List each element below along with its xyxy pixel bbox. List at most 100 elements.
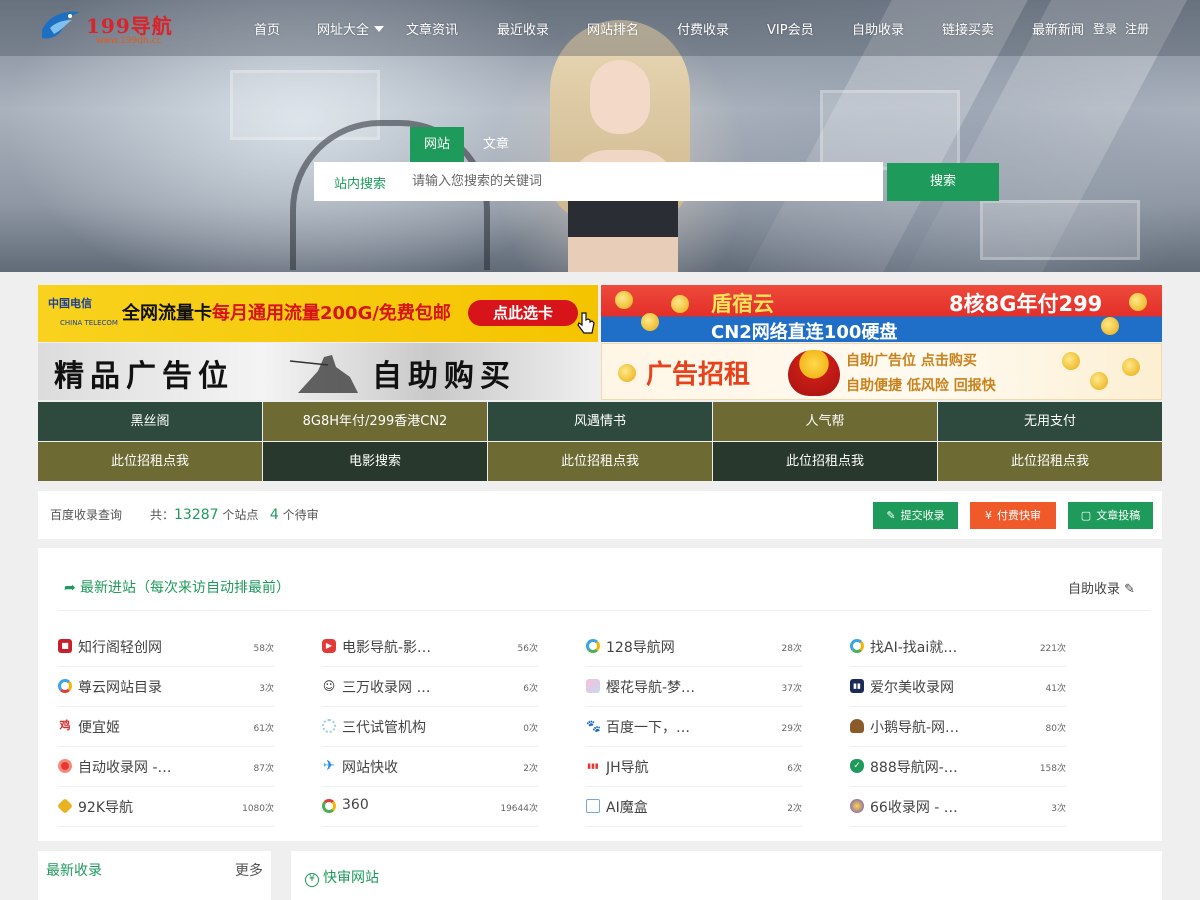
site-item[interactable]: ✈ 网站快收 2次: [322, 747, 538, 787]
site-name: AI魔盒: [606, 800, 648, 816]
visit-count: 28次: [781, 644, 802, 654]
visit-count: 41次: [1045, 684, 1066, 694]
site-name: 便宜姬: [78, 720, 120, 736]
site-logo[interactable]: 199导航 www.199dh.cc: [40, 8, 190, 48]
site-item[interactable]: ▮▮▮ JH导航 6次: [586, 747, 802, 787]
ad-link[interactable]: 此位招租点我: [38, 442, 262, 481]
nav-recent[interactable]: 最近收录: [497, 19, 549, 38]
paid-review-button[interactable]: ¥ 付费快审: [970, 502, 1056, 529]
nav-articles[interactable]: 文章资讯: [406, 19, 458, 38]
gold-coin-icon: [1090, 372, 1108, 390]
login-link[interactable]: 登录: [1093, 20, 1117, 37]
submit-listing-button[interactable]: ✎ 提交收录: [873, 502, 958, 529]
fast-review-box: ¥ 快审网站: [291, 851, 1162, 900]
nav-directory[interactable]: 网址大全: [317, 19, 385, 38]
site-item[interactable]: 小鹅导航-网… 80次: [850, 707, 1066, 747]
site-favicon-icon: ▮▮: [850, 679, 864, 693]
visit-count: 29次: [781, 724, 802, 734]
site-item[interactable]: 自动收录网 -… 87次: [58, 747, 274, 787]
site-item[interactable]: 找AI-找ai就… 221次: [850, 627, 1066, 667]
submit-article-button[interactable]: ▢ 文章投稿: [1068, 502, 1153, 529]
search-button[interactable]: 搜索: [887, 163, 999, 201]
site-favicon-icon: [850, 799, 864, 813]
ad-link[interactable]: 此位招租点我: [938, 442, 1162, 481]
site-item[interactable]: 360 19644次: [322, 787, 538, 827]
telecom-cta-button[interactable]: 点此选卡: [468, 300, 578, 326]
banner-premium-ad[interactable]: 精品广告位 自助购买: [38, 343, 598, 400]
ad-link[interactable]: 8G8H年付/299香港CN2: [263, 402, 487, 441]
ad-rental-line1: 自助广告位 点击购买: [846, 353, 977, 369]
nav-paid-listing[interactable]: 付费收录: [677, 19, 729, 38]
site-name: 网站快收: [342, 760, 398, 776]
search-tab-articles[interactable]: 文章: [469, 127, 523, 162]
register-link[interactable]: 注册: [1125, 20, 1149, 37]
site-name: 自动收录网 -…: [78, 760, 172, 776]
visit-count: 58次: [253, 644, 274, 654]
site-item[interactable]: 66收录网 - … 3次: [850, 787, 1066, 827]
site-item[interactable]: 樱花导航-梦… 37次: [586, 667, 802, 707]
telecom-headline: 全网流量卡每月通用流量200G/免费包邮: [122, 299, 451, 325]
gold-coin-icon: [671, 295, 689, 313]
site-item[interactable]: 🐾 百度一下，… 29次: [586, 707, 802, 747]
logo-subtext: www.199dh.cc: [96, 36, 162, 46]
visit-count: 3次: [1051, 804, 1066, 814]
logo-bird-icon: [42, 11, 80, 39]
paid-review-label: 付费快审: [997, 509, 1041, 522]
site-name: 66收录网 - …: [870, 800, 958, 816]
nav-ranking[interactable]: 网站排名: [587, 19, 639, 38]
ad-link[interactable]: 黑丝阁: [38, 402, 262, 441]
ring-logo-icon: [850, 639, 864, 653]
site-item[interactable]: ☺ 三万收录网 … 6次: [322, 667, 538, 707]
ad-link[interactable]: 电影搜索: [263, 442, 487, 481]
search-tab-sites[interactable]: 网站: [410, 127, 464, 162]
robot-face-icon: ☺: [322, 679, 336, 693]
self-submit-link[interactable]: 自助收录 ✎: [1068, 578, 1135, 597]
nav-news[interactable]: 最新新闻: [1032, 19, 1084, 38]
rider-silhouette-icon: [289, 355, 358, 393]
ad-link[interactable]: 人气帮: [713, 402, 937, 441]
visit-count: 6次: [523, 684, 538, 694]
banner-telecom[interactable]: 中国电信 CHINA TELECOM 全网流量卡每月通用流量200G/免费包邮 …: [38, 285, 598, 342]
document-icon: [586, 799, 600, 813]
site-item[interactable]: ▶ 电影导航-影… 56次: [322, 627, 538, 667]
site-item[interactable]: ✓ 888导航网-… 158次: [850, 747, 1066, 787]
search-scope-label[interactable]: 站内搜索: [334, 173, 386, 192]
nav-home[interactable]: 首页: [254, 19, 280, 38]
telecom-headline-b: 每月通用流量200G/免费包邮: [212, 303, 451, 324]
banner-ad-rental[interactable]: 广告招租 自助广告位 点击购买 自助便捷 低风险 回报快: [601, 343, 1162, 400]
site-item[interactable]: 三代试管机构 0次: [322, 707, 538, 747]
site-name: 百度一下，…: [606, 720, 690, 736]
nav-self-submit[interactable]: 自助收录: [852, 19, 904, 38]
visit-count: 2次: [787, 804, 802, 814]
nav-vip[interactable]: VIP会员: [767, 19, 814, 38]
diamond-logo-icon: [57, 798, 73, 814]
site-favicon-icon: ▮▮▮: [587, 762, 599, 770]
site-item[interactable]: AI魔盒 2次: [586, 787, 802, 827]
site-item[interactable]: 尊云网站目录 3次: [58, 667, 274, 707]
more-link[interactable]: 更多: [235, 860, 263, 880]
site-name: 电影导航-影…: [342, 640, 432, 656]
ad-link[interactable]: 此位招租点我: [713, 442, 937, 481]
site-item[interactable]: 92K导航 1080次: [57, 787, 274, 827]
baidu-index-link[interactable]: 百度收录查询: [50, 506, 122, 523]
visit-count: 37次: [781, 684, 802, 694]
site-name: 三万收录网 …: [342, 680, 431, 696]
nav-directory-label: 网址大全: [317, 23, 370, 38]
search-input[interactable]: [412, 168, 862, 195]
chevron-down-icon: [374, 26, 385, 32]
ad-rental-title: 广告招租: [646, 360, 751, 390]
site-item[interactable]: ■ 知行阁轻创网 58次: [58, 627, 274, 667]
submit-listing-label: 提交收录: [900, 509, 945, 522]
ad-link[interactable]: 风遇情书: [488, 402, 712, 441]
site-item[interactable]: ▮▮ 爱尔美收录网 41次: [850, 667, 1066, 707]
ad-link[interactable]: 无用支付: [938, 402, 1162, 441]
ad-link[interactable]: 此位招租点我: [488, 442, 712, 481]
site-item[interactable]: 128导航网 28次: [586, 627, 802, 667]
circle-logo-icon: [58, 759, 72, 773]
shield-check-icon: ✓: [850, 759, 864, 773]
site-item[interactable]: 鸡便宜姬 61次: [58, 707, 274, 747]
new-sites-title-text: 最新进站（每次来访自动排最前）: [80, 580, 290, 596]
nav-link-trade[interactable]: 链接买卖: [942, 19, 994, 38]
site-name: 92K导航: [78, 800, 133, 816]
banner-dunsuyun[interactable]: 盾宿云 8核8G年付299 CN2网络直连100硬盘: [601, 285, 1162, 342]
